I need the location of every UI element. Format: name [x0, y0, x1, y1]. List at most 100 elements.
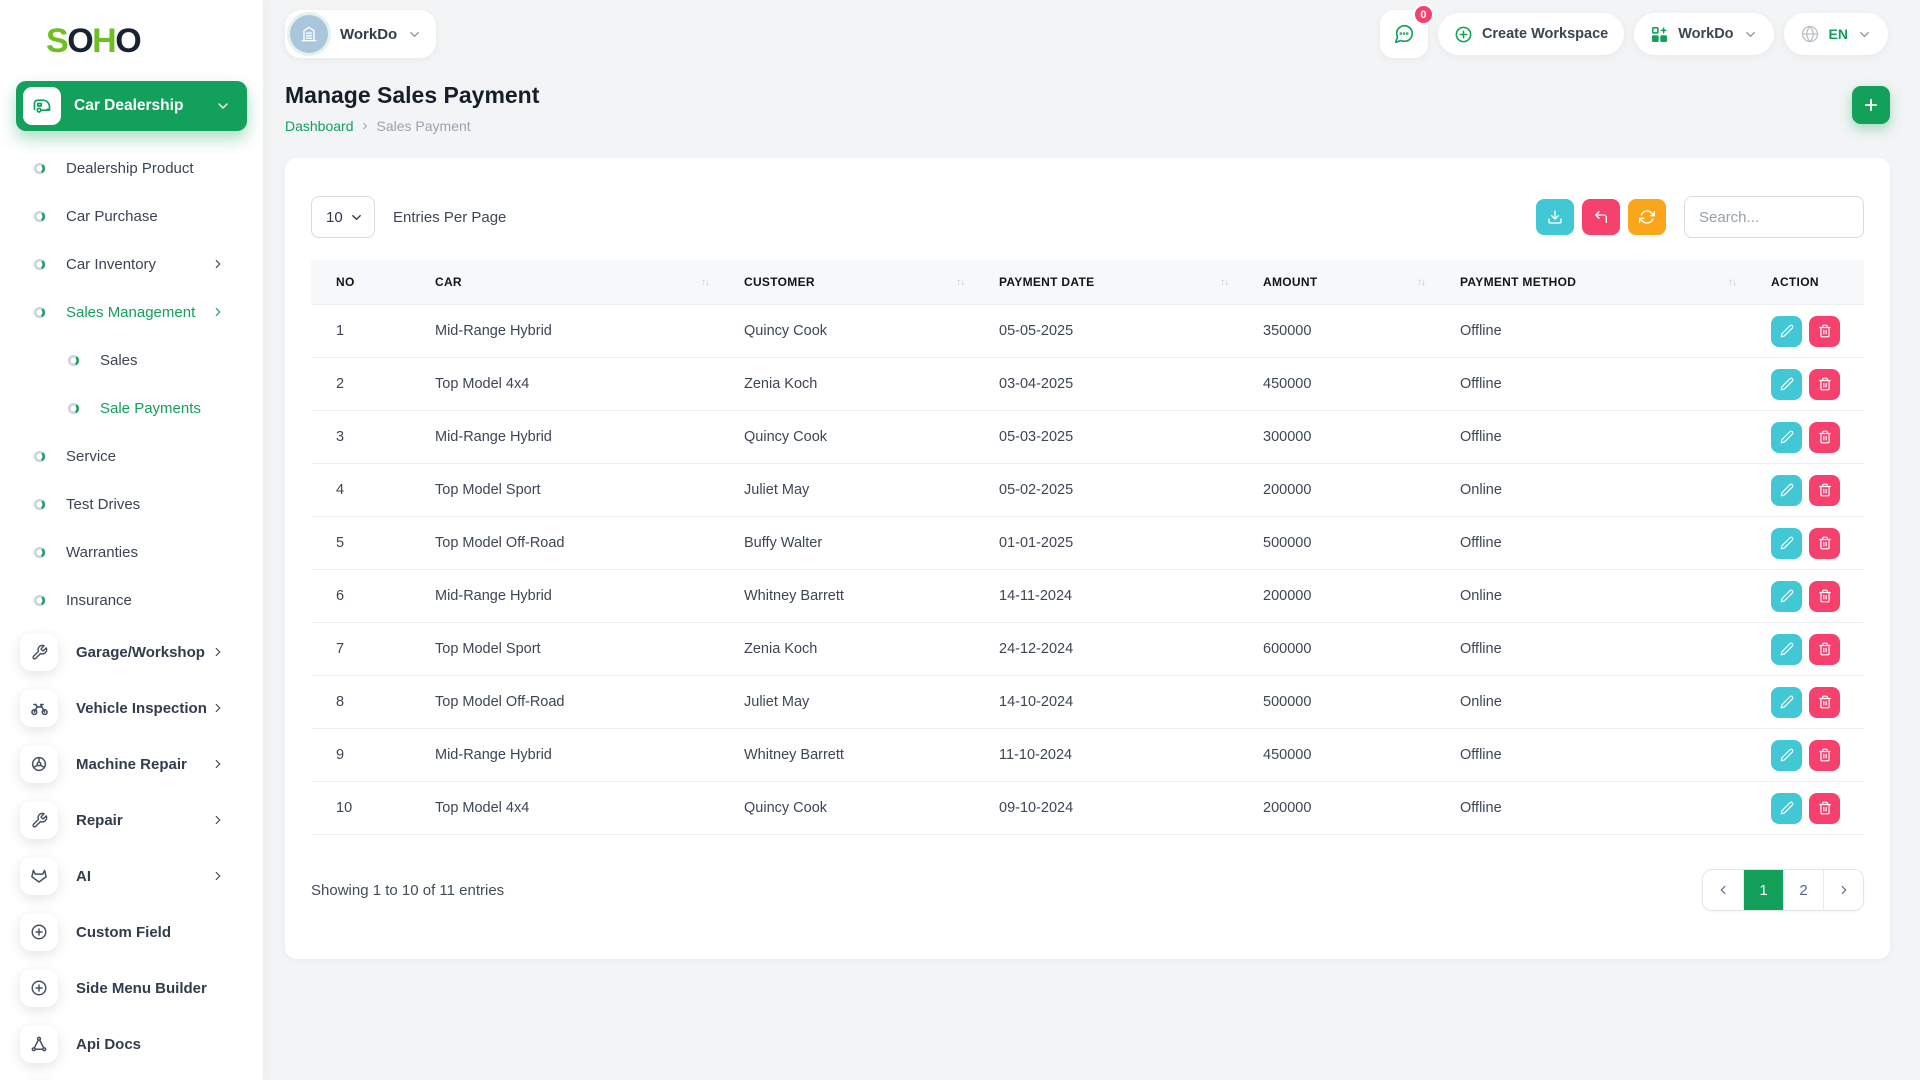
delete-button[interactable] [1809, 740, 1840, 771]
delete-button[interactable] [1809, 422, 1840, 453]
table-row: 7 Top Model Sport Zenia Koch 24-12-2024 … [311, 623, 1864, 676]
sidebar-item-side-menu-builder[interactable]: Side Menu Builder [0, 960, 263, 1016]
sidebar-item-vehicle-inspection[interactable]: Vehicle Inspection [0, 680, 263, 736]
chevron-right-icon [211, 869, 225, 883]
column-header-payment-date[interactable]: PAYMENT DATE↑↓ [974, 260, 1238, 305]
column-header-customer[interactable]: CUSTOMER↑↓ [719, 260, 974, 305]
sort-icon[interactable]: ↑↓ [956, 277, 964, 288]
sidebar-item-dealership-product[interactable]: Dealership Product [0, 144, 263, 192]
sidebar-item-partial[interactable] [0, 1072, 263, 1080]
messages-button[interactable]: 0 [1380, 10, 1428, 58]
export-button[interactable] [1536, 199, 1574, 235]
chevron-down-icon [215, 98, 231, 114]
delete-button[interactable] [1809, 687, 1840, 718]
sidebar-item-label: Vehicle Inspection [76, 700, 207, 717]
plus-circle-icon [20, 913, 58, 951]
sort-icon[interactable]: ↑↓ [1417, 277, 1425, 288]
cell-payment-method: Offline [1435, 517, 1746, 570]
messages-badge: 0 [1413, 4, 1434, 25]
table-toolbar: 10 Entries Per Page [311, 196, 1864, 238]
sidebar-item-sale-payments[interactable]: Sale Payments [0, 384, 263, 432]
sort-icon[interactable]: ↑↓ [1728, 277, 1736, 288]
cell-payment-method: Online [1435, 676, 1746, 729]
pagination-prev-button[interactable] [1703, 870, 1743, 910]
sidebar-item-sales[interactable]: Sales [0, 336, 263, 384]
delete-button[interactable] [1809, 581, 1840, 612]
cell-car: Top Model 4x4 [410, 358, 719, 411]
sidebar-app-car-dealership[interactable]: Car Dealership [16, 81, 247, 131]
pagination-page-1[interactable]: 1 [1743, 870, 1783, 910]
entries-per-page-select[interactable]: 10 [311, 196, 375, 238]
sidebar-item-repair[interactable]: Repair [0, 792, 263, 848]
cell-amount: 500000 [1238, 676, 1435, 729]
cell-car: Top Model Off-Road [410, 517, 719, 570]
sort-icon[interactable]: ↑↓ [1220, 277, 1228, 288]
column-header-amount[interactable]: AMOUNT↑↓ [1238, 260, 1435, 305]
logo-letter: H [92, 22, 115, 60]
app-switcher-button[interactable]: WorkDo [1634, 13, 1773, 55]
cell-car: Top Model Sport [410, 623, 719, 676]
edit-button[interactable] [1771, 793, 1802, 824]
edit-button[interactable] [1771, 634, 1802, 665]
trash-icon [1818, 324, 1832, 338]
edit-button[interactable] [1771, 581, 1802, 612]
sidebar-item-service[interactable]: Service [0, 432, 263, 480]
sidebar-item-insurance[interactable]: Insurance [0, 576, 263, 624]
language-selector[interactable]: EN [1784, 13, 1888, 55]
cell-payment-date: 01-01-2025 [974, 517, 1238, 570]
workspace-switcher[interactable]: WorkDo [285, 10, 436, 58]
entries-per-page-label: Entries Per Page [393, 209, 506, 226]
dot-icon [68, 355, 79, 366]
pagination-page-2[interactable]: 2 [1783, 870, 1823, 910]
trash-icon [1818, 536, 1832, 550]
cell-amount: 200000 [1238, 782, 1435, 835]
delete-button[interactable] [1809, 793, 1840, 824]
entries-per-page-value: 10 [326, 209, 343, 226]
add-payment-button[interactable] [1852, 86, 1890, 124]
edit-button[interactable] [1771, 528, 1802, 559]
pagination-next-button[interactable] [1823, 870, 1863, 910]
sidebar-item-api-docs[interactable]: Api Docs [0, 1016, 263, 1072]
sidebar-item-sales-management[interactable]: Sales Management [0, 288, 263, 336]
delete-button[interactable] [1809, 634, 1840, 665]
cell-car: Mid-Range Hybrid [410, 729, 719, 782]
sort-icon[interactable]: ↑↓ [701, 277, 709, 288]
table-row: 4 Top Model Sport Juliet May 05-02-2025 … [311, 464, 1864, 517]
logo-letter: O [115, 22, 140, 60]
delete-button[interactable] [1809, 316, 1840, 347]
reset-button[interactable] [1582, 199, 1620, 235]
sidebar-item-test-drives[interactable]: Test Drives [0, 480, 263, 528]
sidebar-item-car-purchase[interactable]: Car Purchase [0, 192, 263, 240]
sidebar-item-custom-field[interactable]: Custom Field [0, 904, 263, 960]
search-input[interactable] [1684, 196, 1864, 238]
edit-button[interactable] [1771, 316, 1802, 347]
create-workspace-button[interactable]: Create Workspace [1438, 13, 1624, 55]
pencil-icon [1780, 430, 1794, 444]
sidebar-item-machine-repair[interactable]: Machine Repair [0, 736, 263, 792]
sidebar-item-car-inventory[interactable]: Car Inventory [0, 240, 263, 288]
column-header-payment-method[interactable]: PAYMENT METHOD↑↓ [1435, 260, 1746, 305]
sidebar-item-ai[interactable]: AI [0, 848, 263, 904]
sidebar-item-garage-workshop[interactable]: Garage/Workshop [0, 624, 263, 680]
cell-car: Top Model Off-Road [410, 676, 719, 729]
delete-button[interactable] [1809, 369, 1840, 400]
edit-button[interactable] [1771, 687, 1802, 718]
chevron-down-icon [407, 27, 422, 42]
edit-button[interactable] [1771, 422, 1802, 453]
column-header-car[interactable]: CAR↑↓ [410, 260, 719, 305]
chevron-right-icon [211, 757, 225, 771]
delete-button[interactable] [1809, 475, 1840, 506]
sidebar-item-label: Api Docs [76, 1036, 141, 1053]
delete-button[interactable] [1809, 528, 1840, 559]
sidebar-item-warranties[interactable]: Warranties [0, 528, 263, 576]
pencil-icon [1780, 324, 1794, 338]
edit-button[interactable] [1771, 475, 1802, 506]
refresh-button[interactable] [1628, 199, 1666, 235]
breadcrumb-dashboard-link[interactable]: Dashboard [285, 118, 354, 134]
edit-button[interactable] [1771, 740, 1802, 771]
sidebar-item-label: Warranties [66, 544, 138, 561]
brand-logo[interactable]: SOHO [0, 0, 263, 61]
edit-button[interactable] [1771, 369, 1802, 400]
pencil-icon [1780, 536, 1794, 550]
chevron-right-icon [211, 305, 225, 319]
